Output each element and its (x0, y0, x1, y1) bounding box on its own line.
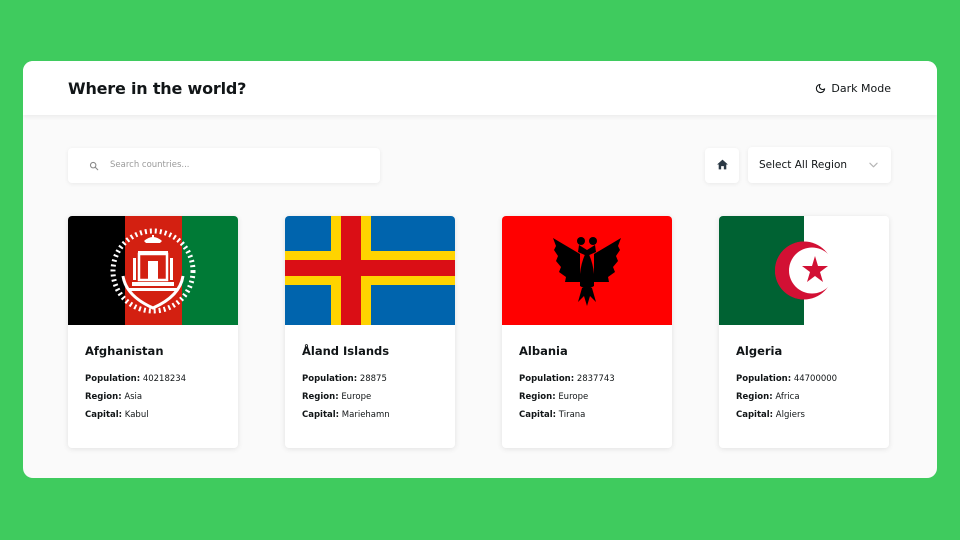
top-bar: Where in the world? Dark Mode (23, 61, 937, 115)
capital-stat: Capital: Tirana (519, 406, 672, 424)
population-stat: Population: 28875 (302, 370, 455, 388)
population-stat: Population: 40218234 (85, 370, 238, 388)
search-box (68, 147, 380, 183)
population-label: Population: (519, 374, 575, 384)
region-value: Europe (341, 392, 372, 402)
capital-label: Capital: (85, 410, 123, 420)
algeria-flag (719, 216, 889, 325)
region-filter-dropdown[interactable]: Select All Region (748, 147, 891, 183)
capital-stat: Capital: Mariehamn (302, 406, 455, 424)
population-label: Population: (736, 374, 792, 384)
aland-islands-flag (285, 216, 455, 325)
country-name: Afghanistan (85, 344, 164, 358)
region-label: Region: (85, 392, 122, 402)
filter-group: Select All Region (705, 147, 891, 183)
region-label: Region: (736, 392, 773, 402)
capital-label: Capital: (736, 410, 774, 420)
app-window: Where in the world? Dark Mode Search cou… (23, 61, 937, 478)
country-card[interactable]: Åland Islands Population: 28875 Region: … (285, 216, 455, 448)
card-body: Algeria Population: 44700000 Region: Afr… (719, 325, 889, 424)
region-stat: Region: Europe (519, 388, 672, 406)
dark-mode-label: Dark Mode (831, 81, 891, 95)
region-stat: Region: Europe (302, 388, 455, 406)
region-filter-value: Select All Region (759, 159, 848, 171)
country-card[interactable]: Algeria Population: 44700000 Region: Afr… (719, 216, 889, 448)
population-value: 28875 (359, 374, 387, 384)
capital-value: Tirana (558, 410, 586, 420)
moon-icon (815, 83, 826, 94)
region-label: Region: (302, 392, 339, 402)
country-grid: Afghanistan Population: 40218234 Region:… (68, 216, 889, 448)
population-value: 44700000 (793, 374, 838, 384)
country-name: Åland Islands (302, 344, 390, 358)
capital-label: Capital: (519, 410, 557, 420)
capital-label: Capital: (302, 410, 340, 420)
region-value: Europe (558, 392, 589, 402)
population-label: Population: (302, 374, 358, 384)
search-input[interactable] (110, 160, 350, 170)
country-name: Albania (519, 344, 568, 358)
albania-flag (502, 216, 672, 325)
card-body: Åland Islands Population: 28875 Region: … (285, 325, 455, 424)
card-body: Afghanistan Population: 40218234 Region:… (68, 325, 238, 424)
region-value: Africa (775, 392, 800, 402)
population-label: Population: (85, 374, 141, 384)
region-stat: Region: Africa (736, 388, 889, 406)
card-body: Albania Population: 2837743 Region: Euro… (502, 325, 672, 424)
region-label: Region: (519, 392, 556, 402)
afghanistan-flag (68, 216, 238, 325)
population-stat: Population: 44700000 (736, 370, 889, 388)
capital-value: Mariehamn (341, 410, 390, 420)
region-stat: Region: Asia (85, 388, 238, 406)
capital-stat: Capital: Kabul (85, 406, 238, 424)
search-icon (89, 156, 99, 175)
population-stat: Population: 2837743 (519, 370, 672, 388)
toolbar: Select All Region (68, 147, 891, 183)
region-value: Asia (124, 392, 143, 402)
capital-value: Algiers (775, 410, 805, 420)
chevron-down-icon (869, 159, 878, 171)
capital-value: Kabul (124, 410, 149, 420)
home-button[interactable] (705, 147, 739, 183)
capital-stat: Capital: Algiers (736, 406, 889, 424)
population-value: 2837743 (576, 374, 615, 384)
dark-mode-toggle[interactable]: Dark Mode (815, 82, 891, 95)
population-value: 40218234 (142, 374, 187, 384)
site-title: Where in the world? (68, 78, 247, 98)
country-card[interactable]: Afghanistan Population: 40218234 Region:… (68, 216, 238, 448)
home-icon (716, 156, 729, 175)
country-name: Algeria (736, 344, 783, 358)
country-card[interactable]: Albania Population: 2837743 Region: Euro… (502, 216, 672, 448)
